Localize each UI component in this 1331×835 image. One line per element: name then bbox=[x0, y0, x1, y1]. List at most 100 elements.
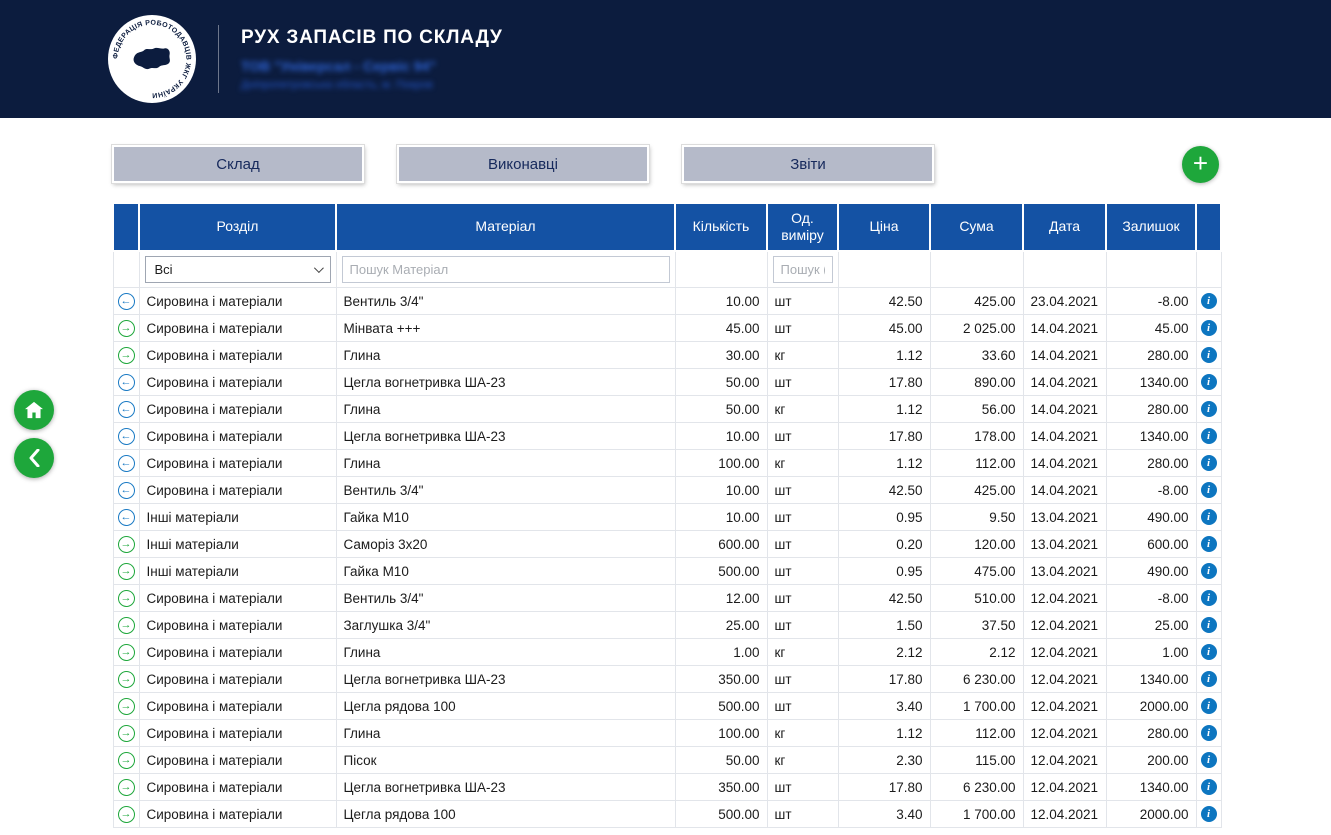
info-icon[interactable]: i bbox=[1201, 509, 1217, 525]
executors-button[interactable]: Виконавці bbox=[397, 145, 649, 183]
add-button[interactable]: + bbox=[1182, 146, 1219, 183]
unit-search-input[interactable] bbox=[773, 256, 833, 283]
balance-cell: -8.00 bbox=[1106, 585, 1196, 612]
arrow-right-circle-icon[interactable]: → bbox=[118, 320, 135, 337]
arrow-right-circle-icon[interactable]: → bbox=[118, 671, 135, 688]
balance-cell: 1340.00 bbox=[1106, 423, 1196, 450]
sum-cell: 6 230.00 bbox=[930, 774, 1023, 801]
material-cell: Цегла рядова 100 bbox=[336, 801, 675, 828]
section-filter-select[interactable]: Всі bbox=[145, 256, 331, 283]
sum-cell: 178.00 bbox=[930, 423, 1023, 450]
arrow-left-circle-icon[interactable]: ← bbox=[118, 293, 135, 310]
federation-logo: ФЕДЕРАЦІЯ РОБОТОДАВЦІВ ЖКГ УКРАЇНИ bbox=[108, 15, 196, 103]
balance-cell: 1340.00 bbox=[1106, 666, 1196, 693]
column-header-balance: Залишок bbox=[1106, 203, 1196, 251]
arrow-right-circle-icon[interactable]: → bbox=[118, 590, 135, 607]
section-cell: Сировина і матеріали bbox=[139, 450, 336, 477]
unit-cell: шт bbox=[767, 801, 838, 828]
unit-cell: шт bbox=[767, 369, 838, 396]
quantity-cell: 500.00 bbox=[675, 558, 767, 585]
balance-cell: 280.00 bbox=[1106, 450, 1196, 477]
section-cell: Сировина і матеріали bbox=[139, 423, 336, 450]
material-search-input[interactable] bbox=[342, 256, 670, 283]
price-cell: 1.12 bbox=[838, 450, 930, 477]
quantity-cell: 10.00 bbox=[675, 288, 767, 315]
price-cell: 3.40 bbox=[838, 801, 930, 828]
info-icon[interactable]: i bbox=[1201, 671, 1217, 687]
unit-cell: кг bbox=[767, 396, 838, 423]
reports-button[interactable]: Звіти bbox=[682, 145, 934, 183]
material-cell: Цегла вогнетривка ША-23 bbox=[336, 666, 675, 693]
table-row: → Сировина і матеріали Цегла рядова 100 … bbox=[113, 693, 1221, 720]
info-icon[interactable]: i bbox=[1201, 482, 1217, 498]
price-cell: 0.95 bbox=[838, 504, 930, 531]
unit-cell: шт bbox=[767, 504, 838, 531]
home-button[interactable] bbox=[14, 390, 54, 430]
info-icon[interactable]: i bbox=[1201, 725, 1217, 741]
warehouse-button[interactable]: Склад bbox=[112, 145, 364, 183]
quantity-cell: 25.00 bbox=[675, 612, 767, 639]
unit-cell: кг bbox=[767, 342, 838, 369]
balance-cell: 280.00 bbox=[1106, 396, 1196, 423]
info-icon[interactable]: i bbox=[1201, 374, 1217, 390]
quantity-cell: 500.00 bbox=[675, 801, 767, 828]
arrow-right-circle-icon[interactable]: → bbox=[118, 347, 135, 364]
info-icon[interactable]: i bbox=[1201, 617, 1217, 633]
info-icon[interactable]: i bbox=[1201, 536, 1217, 552]
material-cell: Вентиль 3/4" bbox=[336, 477, 675, 504]
arrow-left-circle-icon[interactable]: ← bbox=[118, 509, 135, 526]
info-icon[interactable]: i bbox=[1201, 455, 1217, 471]
section-cell: Сировина і матеріали bbox=[139, 369, 336, 396]
quantity-cell: 12.00 bbox=[675, 585, 767, 612]
info-icon[interactable]: i bbox=[1201, 428, 1217, 444]
arrow-left-circle-icon[interactable]: ← bbox=[118, 401, 135, 418]
arrow-left-circle-icon[interactable]: ← bbox=[118, 374, 135, 391]
price-cell: 2.12 bbox=[838, 639, 930, 666]
arrow-right-circle-icon[interactable]: → bbox=[118, 698, 135, 715]
column-header-unit: Од. вимiру bbox=[767, 203, 838, 251]
chevron-down-icon bbox=[313, 263, 323, 273]
filter-cell-section: Всі bbox=[139, 251, 336, 288]
sum-cell: 6 230.00 bbox=[930, 666, 1023, 693]
arrow-right-circle-icon[interactable]: → bbox=[118, 779, 135, 796]
unit-cell: кг bbox=[767, 639, 838, 666]
table-row: ← Сировина і матеріали Глина 100.00 кг 1… bbox=[113, 450, 1221, 477]
info-icon[interactable]: i bbox=[1201, 644, 1217, 660]
arrow-right-circle-icon[interactable]: → bbox=[118, 725, 135, 742]
arrow-right-circle-icon[interactable]: → bbox=[118, 806, 135, 823]
inventory-table: Роздiл Матерiал Кiлькiсть Од. вимiру Цiн… bbox=[112, 202, 1222, 828]
info-icon[interactable]: i bbox=[1201, 320, 1217, 336]
info-icon[interactable]: i bbox=[1201, 563, 1217, 579]
section-cell: Сировина і матеріали bbox=[139, 315, 336, 342]
section-cell: Сировина і матеріали bbox=[139, 774, 336, 801]
info-icon[interactable]: i bbox=[1201, 779, 1217, 795]
table-row: ← Сировина і матеріали Цегла вогнетривка… bbox=[113, 369, 1221, 396]
info-icon[interactable]: i bbox=[1201, 590, 1217, 606]
info-column-header bbox=[1196, 203, 1221, 251]
table-row: → Інші матеріали Саморіз 3х20 600.00 шт … bbox=[113, 531, 1221, 558]
balance-cell: 490.00 bbox=[1106, 558, 1196, 585]
material-cell: Глина bbox=[336, 450, 675, 477]
arrow-left-circle-icon[interactable]: ← bbox=[118, 455, 135, 472]
info-icon[interactable]: i bbox=[1201, 698, 1217, 714]
arrow-left-circle-icon[interactable]: ← bbox=[118, 428, 135, 445]
info-icon[interactable]: i bbox=[1201, 293, 1217, 309]
table-row: ← Сировина і матеріали Глина 50.00 кг 1.… bbox=[113, 396, 1221, 423]
info-icon[interactable]: i bbox=[1201, 752, 1217, 768]
info-icon[interactable]: i bbox=[1201, 347, 1217, 363]
arrow-right-circle-icon[interactable]: → bbox=[118, 563, 135, 580]
arrow-right-circle-icon[interactable]: → bbox=[118, 536, 135, 553]
column-header-section: Роздiл bbox=[139, 203, 336, 251]
arrow-left-circle-icon[interactable]: ← bbox=[118, 482, 135, 499]
info-icon[interactable]: i bbox=[1201, 401, 1217, 417]
date-cell: 12.04.2021 bbox=[1023, 612, 1106, 639]
back-button[interactable] bbox=[14, 438, 54, 478]
filter-cell-balance bbox=[1106, 251, 1196, 288]
arrow-right-circle-icon[interactable]: → bbox=[118, 617, 135, 634]
section-cell: Сировина і матеріали bbox=[139, 639, 336, 666]
info-icon[interactable]: i bbox=[1201, 806, 1217, 822]
sum-cell: 115.00 bbox=[930, 747, 1023, 774]
arrow-right-circle-icon[interactable]: → bbox=[118, 752, 135, 769]
arrow-right-circle-icon[interactable]: → bbox=[118, 644, 135, 661]
date-cell: 13.04.2021 bbox=[1023, 558, 1106, 585]
